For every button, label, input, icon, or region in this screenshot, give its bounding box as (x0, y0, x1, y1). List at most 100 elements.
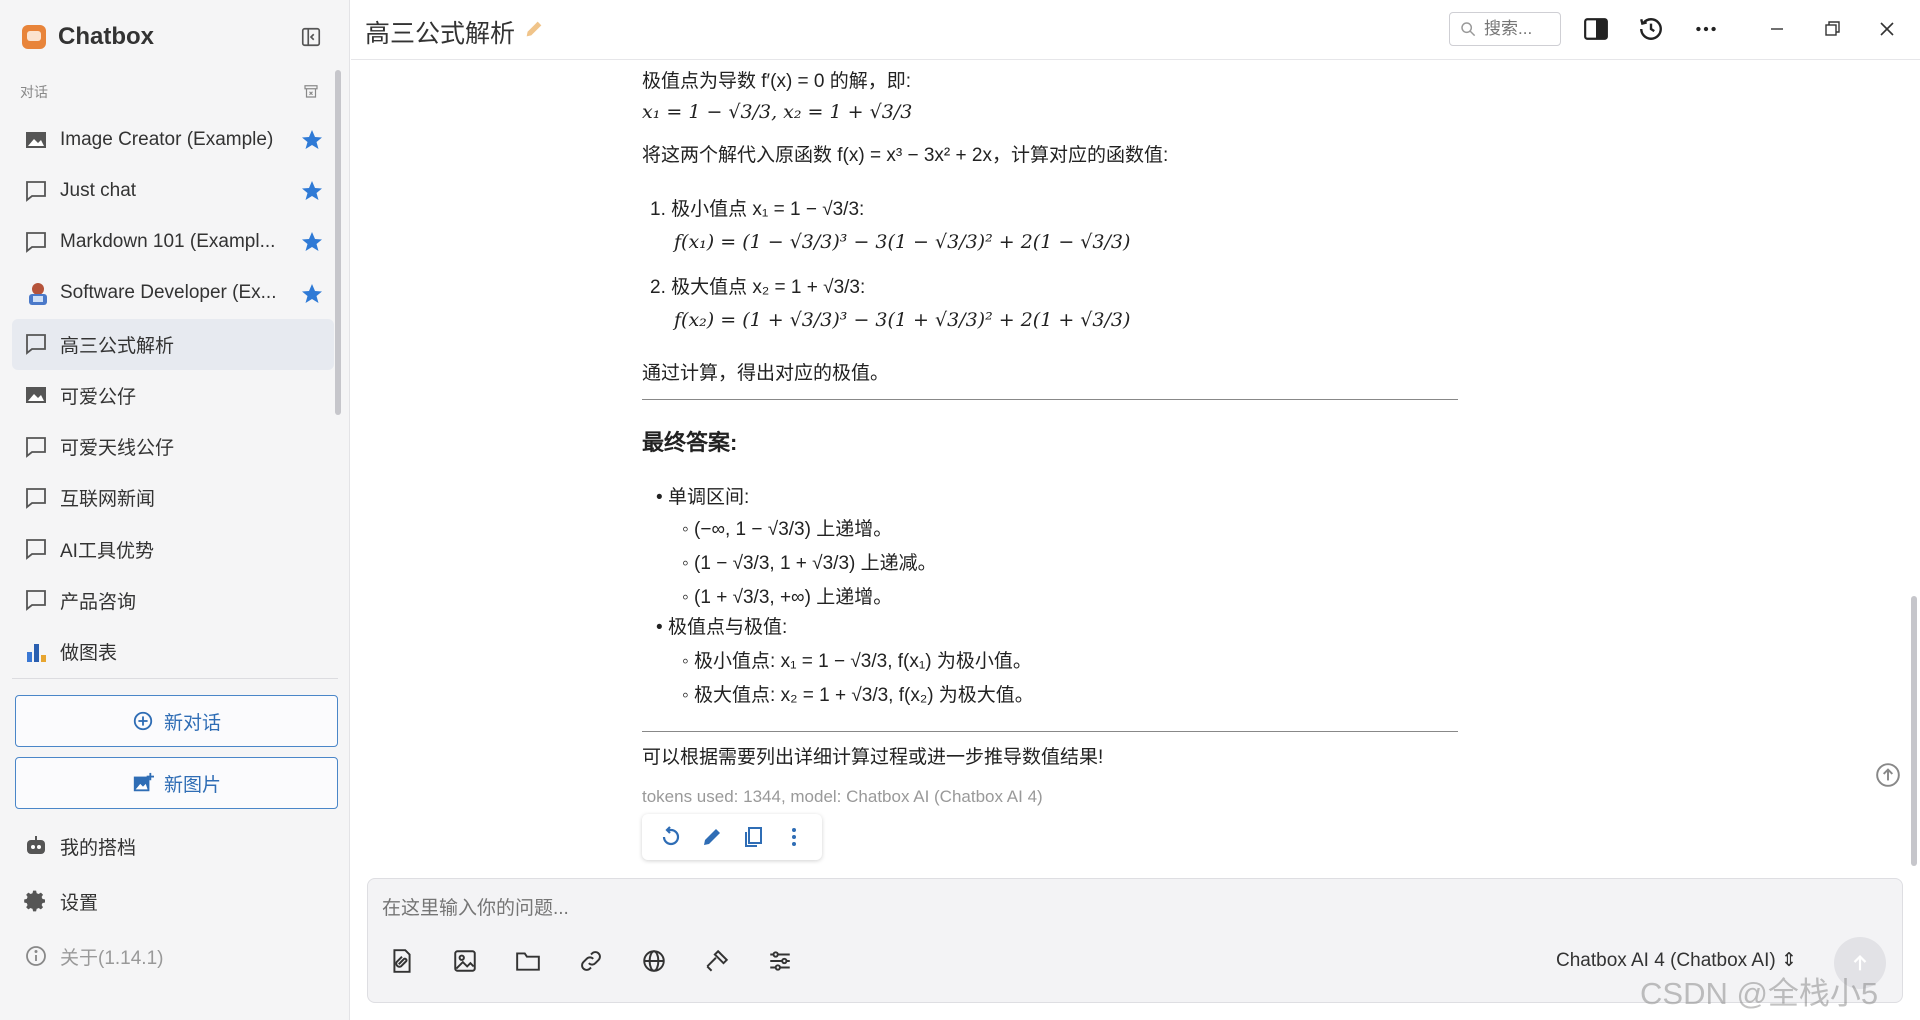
sidebar-header: Chatbox (22, 22, 332, 52)
new-image-label: 新图片 (163, 774, 221, 796)
gear-icon (24, 890, 45, 912)
monotonic-item: (−∞, 1 − √3/3) 上递增。 (694, 519, 893, 540)
star-icon[interactable] (300, 282, 324, 306)
about-item[interactable]: 关于(1.14.1) (24, 941, 163, 971)
conversation-list: Image Creator (Example) Just chat Markdo… (12, 114, 334, 674)
scroll-to-top-icon[interactable] (1875, 762, 1901, 788)
attach-link-button[interactable] (573, 943, 609, 979)
file-attach-icon (393, 949, 411, 973)
token-usage-meta: tokens used: 1344, model: Chatbox AI (Ch… (642, 787, 1043, 806)
regenerate-icon[interactable] (659, 825, 683, 849)
sidebar: Chatbox 对话 Image Creator (Example) Just … (0, 0, 350, 1020)
hammer-icon (706, 949, 729, 972)
chat-bubble-icon (26, 231, 46, 253)
math-formula: x₁ = 1 − √3/3, x₂ = 1 + √3/3 (642, 101, 913, 123)
chat-bubble-icon (26, 436, 46, 458)
web-browsing-button[interactable] (636, 943, 672, 979)
message-text: 将这两个解代入原函数 f(x) = x³ − 3x² + 2x，计算对应的函数值… (642, 145, 1169, 166)
folder-icon (516, 952, 540, 971)
search-input[interactable] (1484, 19, 1554, 39)
settings-sliders-button[interactable] (762, 943, 798, 979)
star-icon[interactable] (300, 230, 324, 254)
settings-item[interactable]: 设置 (24, 886, 98, 916)
clear-conversations-icon[interactable] (302, 82, 320, 100)
close-button[interactable] (1872, 14, 1902, 44)
minimize-button[interactable] (1762, 14, 1792, 44)
tools-button[interactable] (699, 943, 735, 979)
chat-bubble-icon (26, 334, 46, 356)
history-button[interactable] (1636, 14, 1666, 44)
conversation-label: 互联网新闻 (60, 489, 156, 511)
star-icon[interactable] (300, 179, 324, 203)
new-image-button[interactable]: 新图片 (15, 757, 338, 809)
my-partners-label: 我的搭档 (60, 837, 137, 859)
close-icon (1880, 22, 1894, 36)
conversation-item[interactable]: 产品咨询 (12, 575, 334, 626)
list-item: ◦ 极小值点: x₁ = 1 − √3/3, f(x₁) 为极小值。 (682, 651, 1032, 672)
conversation-item[interactable]: 可爱公仔 (12, 370, 334, 421)
robot-icon (27, 836, 45, 854)
star-icon[interactable] (300, 128, 324, 152)
final-answer-heading: 最终答案: (642, 430, 738, 455)
list-item: 2. 极大值点 x₂ = 1 + √3/3: (650, 277, 866, 298)
attach-file-button[interactable] (384, 943, 420, 979)
app-name: Chatbox (58, 23, 154, 50)
edit-icon[interactable] (700, 825, 724, 849)
history-icon (1640, 18, 1662, 40)
conversation-item[interactable]: 可爱天线公仔 (12, 421, 334, 472)
split-view-icon (1584, 18, 1608, 40)
toggle-panel-button[interactable] (1581, 14, 1611, 44)
developer-avatar-icon (29, 283, 47, 306)
monotonic-title: 单调区间: (667, 487, 750, 508)
list-item: ◦ 极大值点: x₂ = 1 + √3/3, f(x₂) 为极大值。 (682, 685, 1034, 706)
conversation-label: 做图表 (60, 642, 118, 664)
chat-bubble-icon (26, 180, 46, 202)
more-horizontal-icon (1696, 26, 1716, 32)
watermark: CSDN @全栈小5 (1640, 976, 1879, 1011)
conversation-label: Software Developer (Ex... (60, 282, 277, 304)
conversation-item[interactable]: 互联网新闻 (12, 472, 334, 523)
attach-folder-button[interactable] (510, 943, 546, 979)
my-partners-item[interactable]: 我的搭档 (24, 831, 136, 861)
globe-icon (643, 950, 665, 972)
image-icon (26, 387, 46, 404)
sidebar-scrollbar[interactable] (335, 70, 341, 415)
more-vertical-icon[interactable] (782, 825, 806, 849)
list-item: ◦ (−∞, 1 − √3/3) 上递增。 (682, 519, 893, 540)
chat-title: 高三公式解析 (365, 20, 516, 48)
conversation-item[interactable]: Markdown 101 (Exampl... (12, 216, 334, 267)
new-chat-label: 新对话 (163, 712, 221, 734)
list-item: ◦ (1 + √3/3, +∞) 上递增。 (682, 587, 893, 608)
restore-button[interactable] (1817, 14, 1847, 44)
conversation-label: Just chat (60, 179, 137, 201)
divider (642, 399, 1458, 400)
conversation-label: AI工具优势 (60, 540, 154, 562)
conversation-item-active[interactable]: 高三公式解析 (12, 318, 334, 370)
chat-scrollbar[interactable] (1911, 596, 1917, 866)
assistant-message: 极值点为导数 f′(x) = 0 的解，即: x₁ = 1 − √3/3, x₂… (642, 64, 1458, 864)
list-item: ◦ (1 − √3/3, 1 + √3/3) 上递减。 (682, 553, 937, 574)
divider (642, 731, 1458, 732)
list-item: • 极值点与极值: (656, 617, 788, 638)
conversation-item[interactable]: Image Creator (Example) (12, 114, 334, 165)
pencil-icon[interactable] (523, 18, 545, 40)
extrema-item: 极大值点: x₂ = 1 + √3/3, f(x₂) 为极大值。 (694, 685, 1034, 706)
restore-icon (1825, 21, 1840, 36)
conversation-label: Image Creator (Example) (60, 128, 274, 150)
search-icon (1461, 22, 1476, 37)
conversation-item[interactable]: Software Developer (Ex... (12, 268, 334, 319)
attach-image-button[interactable] (447, 943, 483, 979)
chat-bubble-icon (26, 590, 46, 612)
conversation-item[interactable]: AI工具优势 (12, 524, 334, 575)
search-box[interactable] (1449, 12, 1561, 46)
more-options-button[interactable] (1691, 14, 1721, 44)
new-chat-button[interactable]: 新对话 (15, 695, 338, 747)
conversation-label: 可爱公仔 (60, 386, 137, 408)
conversation-item[interactable]: 做图表 (12, 626, 334, 674)
copy-icon[interactable] (741, 825, 765, 849)
collapse-sidebar-icon[interactable] (300, 26, 322, 48)
message-input[interactable] (382, 893, 1682, 925)
conversation-label: Markdown 101 (Exampl... (60, 230, 276, 252)
list-item: 1. 极小值点 x₁ = 1 − √3/3: (650, 199, 865, 220)
conversation-item[interactable]: Just chat (12, 165, 334, 216)
